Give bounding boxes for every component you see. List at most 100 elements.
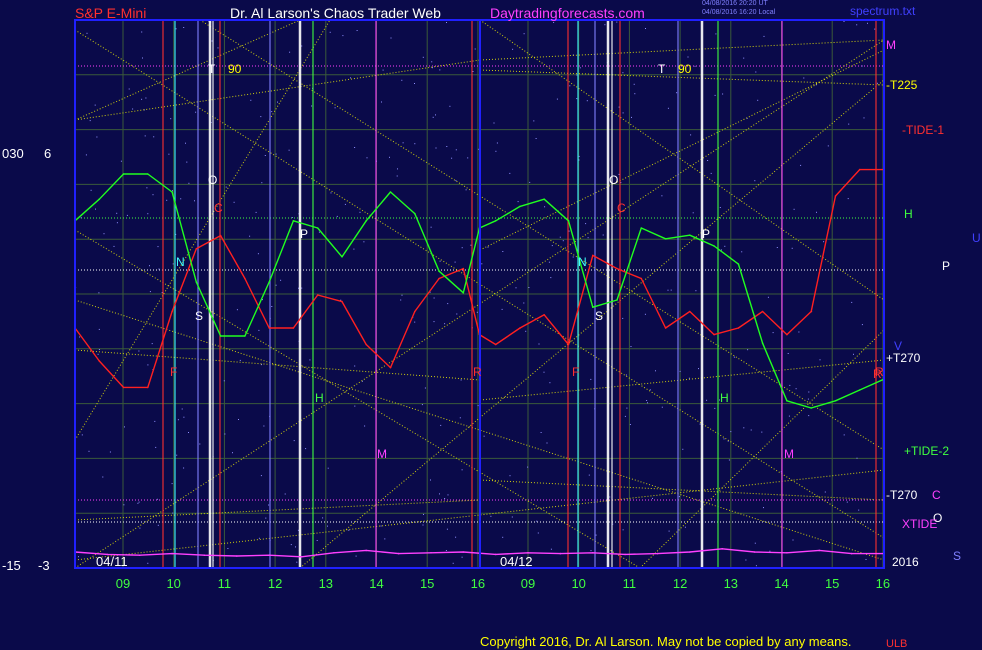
xtide-data-point <box>236 555 238 557</box>
chart-dot <box>490 515 492 517</box>
chart-dot <box>455 180 457 182</box>
x-tick-label: 13 <box>319 576 333 591</box>
chart-dot <box>487 246 489 248</box>
chart-dot <box>772 332 774 334</box>
chart-dot <box>578 155 580 157</box>
chart-dot <box>512 48 514 50</box>
date-label: 04/12 <box>500 554 533 569</box>
chart-dot <box>568 230 570 232</box>
xtide-data-point <box>753 551 756 553</box>
chart-dot <box>769 550 771 552</box>
x-tick-label: 16 <box>471 576 485 591</box>
chart-dot <box>157 524 159 526</box>
chart-dot <box>432 116 434 118</box>
right-label: XTIDE <box>902 517 937 531</box>
chart-dot <box>157 246 159 248</box>
price-data-point <box>147 386 149 389</box>
chart-dot <box>578 159 580 161</box>
price-data-point <box>195 248 198 250</box>
chart-dot <box>255 211 257 213</box>
chart-dot <box>414 143 416 145</box>
chart-dot <box>649 389 651 391</box>
chart-dot <box>470 244 472 246</box>
chart-dot <box>141 31 143 33</box>
chart-dot <box>400 299 402 301</box>
marker-label: C <box>214 201 223 215</box>
marker-label: C <box>617 201 626 215</box>
tide-data-point <box>664 238 667 240</box>
chart-dot <box>153 136 155 138</box>
x-tick-label: 16 <box>876 576 890 591</box>
xtide-data-point <box>624 553 626 556</box>
chart-dot <box>359 211 361 213</box>
x-tick-label: 11 <box>218 576 232 591</box>
chart-dot <box>85 154 87 156</box>
marker-label: H <box>720 391 729 405</box>
timestamp-local: 04/08/2016 16:20 Local <box>702 9 776 16</box>
price-data-point <box>640 277 643 280</box>
timestamp-ut: 04/08/2016 20:20 UT <box>702 0 768 7</box>
chart-dot <box>422 524 424 526</box>
xtide-data-point <box>268 554 271 556</box>
chart-dot <box>517 201 519 203</box>
chart-dot <box>447 303 449 305</box>
chart-dot <box>396 175 398 177</box>
chart-dot <box>544 206 546 208</box>
marker-label-90: 90 <box>678 62 692 76</box>
chart-dot <box>808 415 810 417</box>
chart-dot <box>80 217 82 219</box>
chart-dot <box>461 469 463 471</box>
tide-data-point <box>494 220 497 222</box>
chart-dot <box>692 212 694 214</box>
chart-dot <box>559 236 561 238</box>
chart-dot <box>502 251 504 252</box>
marker-label: P <box>300 227 308 241</box>
chaos-trader-chart: 09 10 11 12 13 14 15 16 09 10 11 12 13 14 15 16FNSTOCPH… <box>0 0 982 650</box>
chart-dot <box>550 548 552 550</box>
chart-dot <box>460 379 462 381</box>
chart-dot <box>401 79 403 81</box>
chart-dot <box>846 501 848 503</box>
chart-dot <box>590 378 592 380</box>
chart-dot <box>496 142 498 144</box>
marker-label: H <box>315 391 324 405</box>
tide-data-point <box>810 407 812 409</box>
chart-dot <box>138 350 140 352</box>
chart-dot <box>631 116 632 118</box>
chart-dot <box>355 555 357 557</box>
chart-dot <box>787 353 789 354</box>
chart-dot <box>861 65 863 67</box>
chart-dot <box>647 402 648 404</box>
chart-dot <box>180 198 182 200</box>
xtide-data-point <box>721 548 723 550</box>
chart-dot <box>384 538 386 540</box>
chart-dot <box>576 74 578 76</box>
chart-dot <box>152 194 154 196</box>
chart-dot <box>176 454 178 456</box>
price-data-point <box>98 360 101 362</box>
chart-dot <box>421 404 423 406</box>
price-data-point <box>858 168 861 171</box>
chart-dot <box>389 156 390 158</box>
marker-label-90: 90 <box>228 62 242 76</box>
chart-dot <box>523 302 525 304</box>
chart-dot <box>444 498 446 499</box>
x-tick-label: 14 <box>369 576 383 591</box>
corner-mark: ULB <box>886 638 908 650</box>
chart-dot <box>301 287 303 289</box>
xtide-data-point <box>786 552 788 554</box>
chart-dot <box>587 237 589 239</box>
chart-dot <box>199 443 201 445</box>
tide-data-point <box>171 191 173 193</box>
chart-dot <box>684 526 686 528</box>
price-data-point <box>810 310 812 313</box>
chart-dot <box>509 172 511 174</box>
chart-dot <box>195 111 197 113</box>
website-link[interactable]: Daytradingforecasts.com <box>490 5 645 21</box>
chart-dot <box>556 98 558 100</box>
chart-dot <box>151 343 153 345</box>
x-tick-label: 10 <box>571 576 585 591</box>
chart-dot <box>217 47 219 49</box>
chart-dot <box>402 142 404 144</box>
x-tick-label: 12 <box>268 576 282 591</box>
